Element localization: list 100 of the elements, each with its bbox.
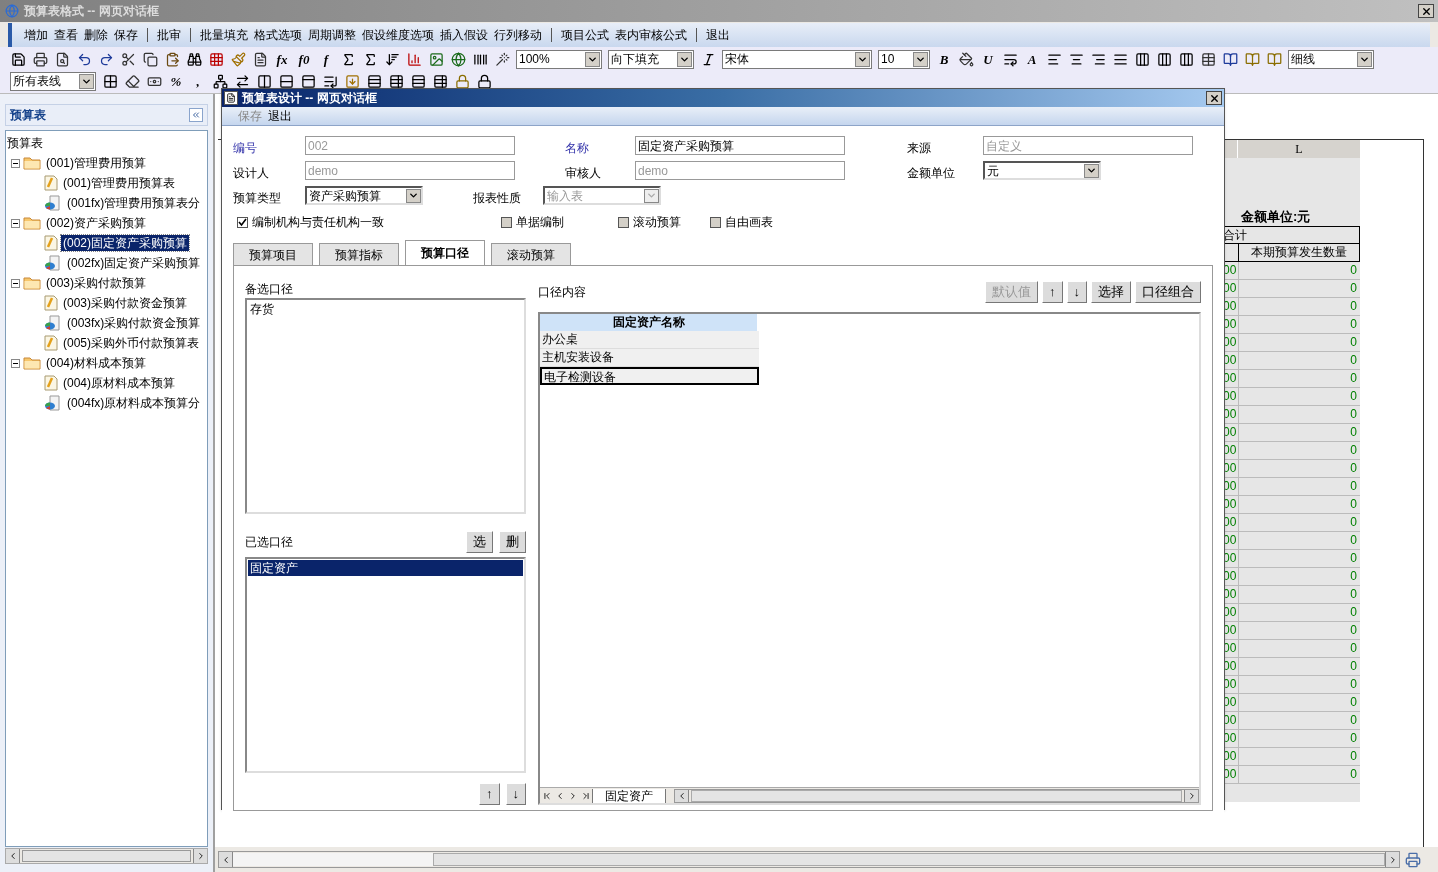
bar-chart-icon[interactable] bbox=[406, 51, 422, 67]
tree-item[interactable]: (002fx)固定资产采购预算 bbox=[65, 255, 203, 271]
close-icon[interactable] bbox=[1418, 4, 1434, 18]
list-item[interactable]: 存货 bbox=[248, 301, 523, 317]
fill-color-icon[interactable] bbox=[958, 51, 974, 67]
tree-item[interactable]: (004fx)原材料成本预算分 bbox=[65, 395, 203, 411]
swap-icon[interactable] bbox=[234, 73, 250, 89]
menu-item[interactable]: 周期调整 bbox=[308, 26, 356, 44]
tree-item[interactable]: (001fx)管理费用预算表分 bbox=[65, 195, 203, 211]
list-item[interactable]: 固定资产 bbox=[248, 560, 523, 576]
scroll-left-icon[interactable] bbox=[219, 852, 233, 867]
sheet-tab[interactable]: 固定资产 bbox=[592, 788, 666, 803]
tab[interactable]: 滚动预算 bbox=[491, 243, 571, 265]
list-box[interactable]: 存货 bbox=[245, 298, 526, 514]
table-icon[interactable] bbox=[432, 73, 448, 89]
menu-item[interactable]: 批量填充 bbox=[200, 26, 248, 44]
tab[interactable]: 预算口径 bbox=[405, 240, 485, 265]
scroll-left-icon[interactable] bbox=[675, 789, 689, 802]
toolbar-combo[interactable]: 10 bbox=[878, 49, 930, 69]
scroll-left-icon[interactable] bbox=[6, 849, 20, 863]
columns-icon[interactable] bbox=[1156, 51, 1172, 67]
book-icon[interactable] bbox=[1222, 51, 1238, 67]
move-button[interactable]: ↑ bbox=[479, 783, 500, 805]
toolbar-combo[interactable]: 100% bbox=[516, 49, 602, 69]
menu-item[interactable]: 保存 bbox=[114, 26, 138, 44]
collapse-icon[interactable] bbox=[11, 218, 20, 228]
select-field[interactable]: 资产采购预算 bbox=[305, 186, 423, 205]
menu-item[interactable]: 表内审核公式 bbox=[615, 26, 687, 44]
tree-item[interactable]: (002)资产采购预算 bbox=[44, 215, 148, 231]
action-button[interactable]: ↑ bbox=[1042, 281, 1063, 303]
tab[interactable]: 预算指标 bbox=[319, 243, 399, 265]
list-box[interactable]: 固定资产 bbox=[245, 557, 526, 773]
align-center-icon[interactable] bbox=[1068, 51, 1084, 67]
tree-item[interactable]: (003)采购付款预算 bbox=[44, 275, 148, 291]
wand-icon[interactable] bbox=[494, 51, 510, 67]
toolbar-glyph[interactable]: U bbox=[980, 52, 996, 66]
toolbar-combo[interactable]: 所有表线 bbox=[10, 71, 96, 91]
toolbar-glyph[interactable]: B bbox=[936, 52, 952, 66]
list-icon[interactable] bbox=[322, 73, 338, 89]
border-icon[interactable] bbox=[102, 73, 118, 89]
rows-icon[interactable] bbox=[278, 73, 294, 89]
rows-icon[interactable] bbox=[410, 73, 426, 89]
menu-item[interactable]: 插入假设 bbox=[440, 26, 488, 44]
printer-icon[interactable] bbox=[32, 51, 48, 67]
lock-icon[interactable] bbox=[454, 73, 470, 89]
image-icon[interactable] bbox=[428, 51, 444, 67]
book-icon[interactable] bbox=[1244, 51, 1260, 67]
grid-icon[interactable] bbox=[208, 51, 224, 67]
lock-icon[interactable] bbox=[476, 73, 492, 89]
tree-item[interactable]: (005)采购外币付款预算表 bbox=[61, 335, 201, 351]
insert-icon[interactable] bbox=[344, 73, 360, 89]
column-header[interactable]: L bbox=[1238, 140, 1360, 158]
tree-item[interactable]: (003)采购付款资金预算 bbox=[61, 295, 189, 311]
table-icon[interactable] bbox=[388, 73, 404, 89]
tab[interactable]: 预算项目 bbox=[233, 243, 313, 265]
select-field[interactable]: 元 bbox=[983, 161, 1101, 180]
grid-cell[interactable]: 办公桌 bbox=[540, 331, 759, 349]
copy-icon[interactable] bbox=[142, 51, 158, 67]
tree-item[interactable]: (001)管理费用预算 bbox=[44, 155, 148, 171]
collapse-icon[interactable] bbox=[11, 358, 20, 368]
toolbar-combo[interactable]: 向下填充 bbox=[608, 49, 694, 69]
tree-root[interactable]: 预算表 bbox=[6, 133, 207, 153]
menu-item[interactable]: 批审 bbox=[157, 26, 181, 44]
toolbar-combo[interactable]: 细线 bbox=[1288, 49, 1374, 69]
cut-icon[interactable] bbox=[120, 51, 136, 67]
toolbar-combo[interactable]: 宋体 bbox=[722, 49, 872, 69]
panel-icon[interactable] bbox=[300, 73, 316, 89]
book-icon[interactable] bbox=[1266, 51, 1282, 67]
columns-icon[interactable] bbox=[1134, 51, 1150, 67]
horizontal-scrollbar[interactable] bbox=[218, 851, 1400, 868]
table-icon[interactable] bbox=[1200, 51, 1216, 67]
toolbar-glyph[interactable]: f0 bbox=[296, 52, 312, 66]
align-left-icon[interactable] bbox=[1046, 51, 1062, 67]
collapse-panel-icon[interactable] bbox=[189, 108, 203, 122]
grid-cell[interactable]: 主机安装设备 bbox=[540, 349, 759, 367]
sort-icon[interactable] bbox=[384, 51, 400, 67]
tree-item[interactable]: (001)管理费用预算表 bbox=[61, 175, 177, 191]
align-right-icon[interactable] bbox=[1090, 51, 1106, 67]
toolbar-glyph[interactable]: f bbox=[318, 52, 334, 66]
horizontal-scrollbar[interactable] bbox=[674, 788, 1199, 803]
toolbar-glyph[interactable]: , bbox=[190, 74, 206, 88]
menu-item[interactable]: 退出 bbox=[706, 26, 730, 44]
toolbar-glyph[interactable]: A bbox=[1024, 52, 1040, 66]
eraser-icon[interactable] bbox=[124, 73, 140, 89]
tree-item[interactable]: (004)原材料成本预算 bbox=[61, 375, 177, 391]
collapse-icon[interactable] bbox=[11, 278, 20, 288]
collapse-icon[interactable] bbox=[11, 158, 20, 168]
action-button[interactable]: 口径组合 bbox=[1135, 281, 1201, 303]
menu-item[interactable]: 格式选项 bbox=[254, 26, 302, 44]
checkbox[interactable] bbox=[237, 216, 248, 228]
horizontal-scrollbar[interactable] bbox=[5, 848, 208, 864]
globe-icon[interactable] bbox=[450, 51, 466, 67]
menu-item[interactable]: 删除 bbox=[84, 26, 108, 44]
tree-item[interactable]: (002)固定资产采购预算 bbox=[61, 235, 189, 251]
list-action-button[interactable]: 选 bbox=[466, 531, 493, 553]
toolbar-glyph[interactable]: % bbox=[168, 74, 184, 88]
tree-icon[interactable] bbox=[212, 73, 228, 89]
move-button[interactable]: ↓ bbox=[505, 783, 526, 805]
menu-item[interactable]: 增加 bbox=[24, 26, 48, 44]
menu-item[interactable]: 查看 bbox=[54, 26, 78, 44]
